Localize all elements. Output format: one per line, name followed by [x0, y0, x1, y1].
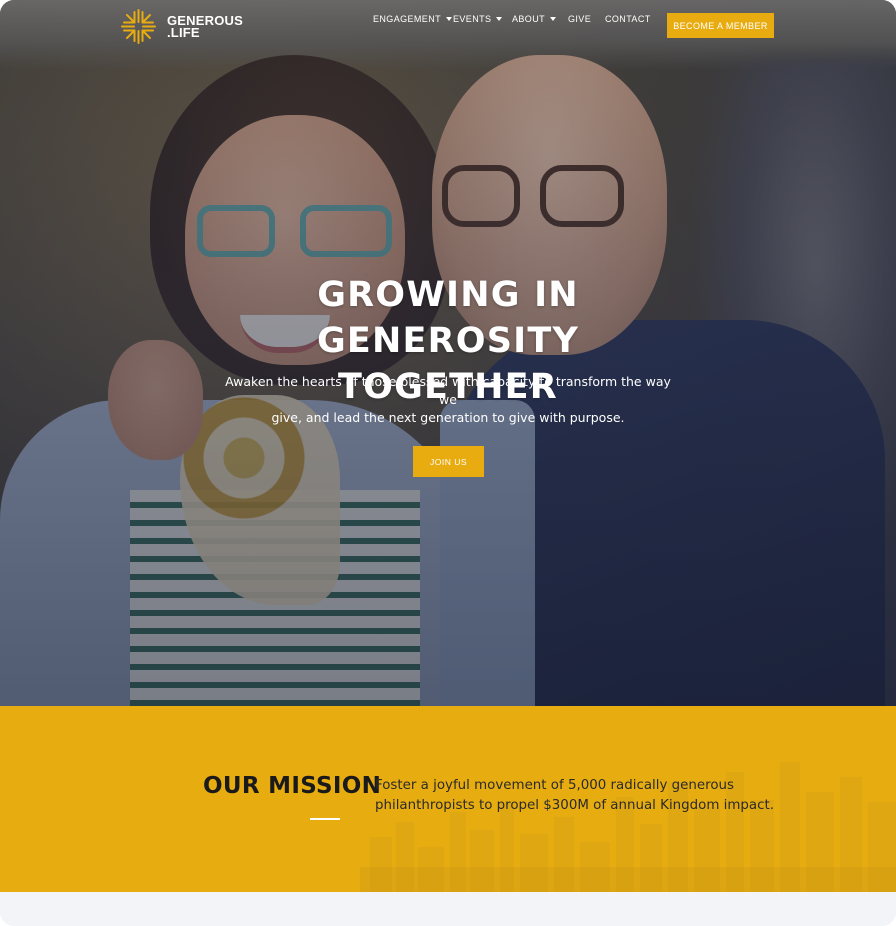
- nav-item-label: CONTACT: [605, 14, 651, 24]
- page-frame: GENEROUS .LIFE ENGAGEMENT EVENTS ABOUT G…: [0, 0, 896, 926]
- become-member-button[interactable]: BECOME A MEMBER: [667, 13, 774, 38]
- mission-section: OUR MISSION Foster a joyful movement of …: [0, 706, 896, 892]
- heading-underline: [310, 818, 340, 820]
- next-section-edge: [0, 892, 896, 926]
- hero-section: GENEROUS .LIFE ENGAGEMENT EVENTS ABOUT G…: [0, 0, 896, 706]
- hero-subtitle: Awaken the hearts of those blessed with …: [218, 373, 678, 427]
- nav-item-events[interactable]: EVENTS: [453, 12, 503, 26]
- join-us-button[interactable]: JOIN US: [413, 446, 484, 477]
- mission-statement-line-2: philanthropists to propel $300M of annua…: [375, 798, 774, 813]
- nav-item-contact[interactable]: CONTACT: [605, 12, 651, 26]
- nav-item-engagement[interactable]: ENGAGEMENT: [373, 12, 453, 26]
- nav-item-give[interactable]: GIVE: [568, 12, 591, 26]
- site-logo[interactable]: GENEROUS .LIFE: [120, 8, 243, 45]
- caret-down-icon: [446, 17, 453, 21]
- nav-item-label: EVENTS: [453, 14, 492, 24]
- nav-item-about[interactable]: ABOUT: [512, 12, 557, 26]
- logo-wordmark: GENEROUS .LIFE: [167, 14, 243, 40]
- nav-item-label: ABOUT: [512, 14, 546, 24]
- caret-down-icon: [550, 17, 557, 21]
- caret-down-icon: [496, 17, 503, 21]
- hero-subtitle-line-2: give, and lead the next generation to gi…: [271, 410, 625, 425]
- mission-heading: OUR MISSION: [203, 773, 382, 799]
- logo-line-2: .LIFE: [167, 24, 200, 40]
- top-navigation: GENEROUS .LIFE ENGAGEMENT EVENTS ABOUT G…: [0, 0, 896, 60]
- hero-title-line-1: GROWING IN GENEROSITY: [317, 275, 579, 361]
- hero-subtitle-line-1: Awaken the hearts of those blessed with …: [225, 374, 671, 407]
- sunburst-cross-icon: [120, 8, 157, 45]
- mission-statement-line-1: Foster a joyful movement of 5,000 radica…: [375, 778, 735, 793]
- mission-statement: Foster a joyful movement of 5,000 radica…: [375, 776, 775, 816]
- nav-item-label: GIVE: [568, 14, 592, 24]
- city-skyline-image: [360, 762, 896, 892]
- nav-item-label: ENGAGEMENT: [373, 14, 442, 24]
